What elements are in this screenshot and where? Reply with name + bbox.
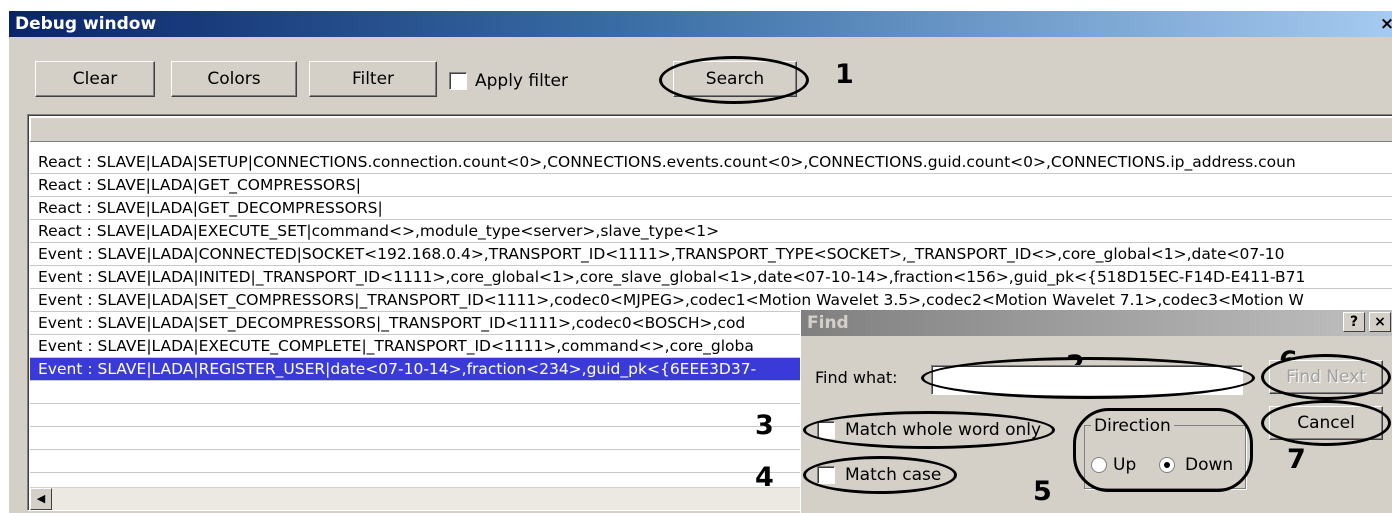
annotation-1: 1 xyxy=(835,59,854,90)
annotation-4: 4 xyxy=(755,462,774,493)
log-row[interactable]: React : SLAVE|LADA|GET_COMPRESSORS| xyxy=(30,174,1392,197)
help-icon[interactable]: ? xyxy=(1343,312,1365,332)
log-row[interactable]: Event : SLAVE|LADA|INITED|_TRANSPORT_ID<… xyxy=(30,266,1392,289)
annotation-7: 7 xyxy=(1287,444,1306,475)
annotation-3: 3 xyxy=(755,410,774,441)
match-whole-word-highlight-oval xyxy=(803,411,1055,449)
find-dialog-title-bar: Find ? × xyxy=(801,310,1392,336)
find-input-highlight-oval xyxy=(921,357,1255,399)
clear-button[interactable]: Clear xyxy=(35,61,155,97)
log-row[interactable]: React : SLAVE|LADA|SETUP|CONNECTIONS.con… xyxy=(30,151,1392,174)
find-what-label: Find what: xyxy=(815,368,898,387)
find-dialog: Find ? × 2 6 Find what: Find Next 3 Matc… xyxy=(755,309,1392,513)
window-title: Debug window xyxy=(15,14,157,34)
find-next-highlight-oval xyxy=(1261,354,1391,400)
annotation-5: 5 xyxy=(1033,476,1052,507)
cancel-highlight-oval xyxy=(1261,400,1391,446)
log-row[interactable]: React : SLAVE|LADA|GET_DECOMPRESSORS| xyxy=(30,197,1392,220)
list-header xyxy=(30,117,1392,142)
apply-filter-label: Apply filter xyxy=(475,71,568,91)
direction-highlight-oval xyxy=(1073,408,1253,492)
scroll-left-icon[interactable]: ◀ xyxy=(30,488,52,510)
title-bar: Debug window × xyxy=(9,11,1392,37)
log-row[interactable]: React : SLAVE|LADA|EXECUTE_SET|command<>… xyxy=(30,220,1392,243)
match-case-highlight-oval xyxy=(803,456,957,494)
colors-button[interactable]: Colors xyxy=(171,61,297,97)
dialog-close-icon[interactable]: × xyxy=(1369,312,1391,332)
find-dialog-title: Find xyxy=(807,313,849,333)
log-row[interactable]: Event : SLAVE|LADA|CONNECTED|SOCKET<192.… xyxy=(30,243,1392,266)
apply-filter-checkbox[interactable] xyxy=(449,72,467,90)
close-icon[interactable]: × xyxy=(1377,11,1392,37)
search-highlight-oval xyxy=(659,56,809,104)
filter-button[interactable]: Filter xyxy=(309,61,437,97)
